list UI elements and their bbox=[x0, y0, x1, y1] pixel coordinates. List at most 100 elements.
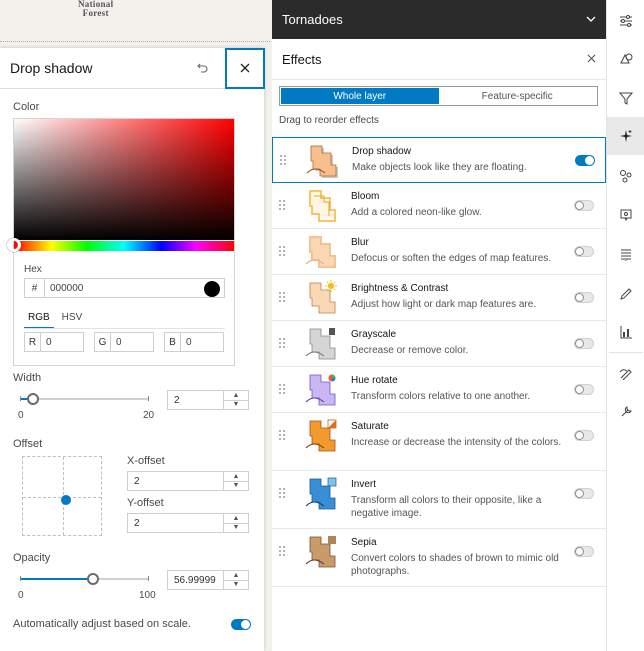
effect-name: Hue rotate bbox=[351, 375, 398, 386]
effect-name: Bloom bbox=[351, 191, 380, 202]
tool-sketch[interactable] bbox=[607, 354, 644, 392]
drop-shadow-close-button[interactable] bbox=[225, 47, 265, 89]
effect-row-invert[interactable]: Invert Transform all colors to their oppo… bbox=[272, 471, 606, 529]
effect-thumbnail-hue-rotate bbox=[302, 372, 338, 408]
offset-handle[interactable] bbox=[61, 495, 71, 505]
saturation-area[interactable] bbox=[14, 119, 234, 240]
effects-icon bbox=[620, 130, 632, 142]
channel-b-value[interactable]: 0 bbox=[181, 333, 223, 351]
effect-thumbnail-bloom bbox=[302, 188, 338, 224]
effect-row-grayscale[interactable]: Grayscale Decrease or remove color. bbox=[272, 321, 606, 367]
effect-name: Sepia bbox=[351, 537, 377, 548]
color-mode-tabs: RGB HSV bbox=[24, 309, 86, 329]
color-picker: Hex # RGB HSV R 0 G 0 B 0 bbox=[7, 118, 235, 366]
effect-description: Transform all colors to their opposite, … bbox=[351, 495, 542, 519]
effect-row-sepia[interactable]: Sepia Convert colors to shades of brown t… bbox=[272, 529, 606, 587]
x-offset-value[interactable]: 2 bbox=[128, 472, 223, 490]
tool-fields[interactable] bbox=[607, 275, 644, 313]
segment-whole-layer[interactable]: Whole layer bbox=[281, 88, 439, 104]
effect-description: Make objects look like they are floating… bbox=[352, 162, 527, 173]
drag-handle-icon[interactable] bbox=[280, 155, 288, 167]
opacity-decrement-button[interactable]: ▼ bbox=[224, 579, 248, 590]
y-offset-value[interactable]: 2 bbox=[128, 514, 223, 532]
effect-row-blur[interactable]: Blur Defocus or soften the edges of map f… bbox=[272, 229, 606, 275]
auto-adjust-label: Automatically adjust based on scale. bbox=[13, 618, 191, 630]
x-offset-decrement-button[interactable]: ▼ bbox=[224, 480, 248, 491]
effect-toggle-blur[interactable] bbox=[574, 246, 594, 257]
opacity-tick-max bbox=[148, 576, 149, 581]
drag-handle-icon[interactable] bbox=[279, 430, 287, 442]
y-offset-increment-button[interactable]: ▲ bbox=[224, 514, 248, 523]
drag-handle-icon[interactable] bbox=[279, 384, 287, 396]
tool-labels[interactable] bbox=[607, 236, 644, 274]
effect-toggle-drop-shadow[interactable] bbox=[575, 155, 595, 166]
mode-tabs-divider bbox=[24, 328, 225, 329]
x-offset-label: X-offset bbox=[127, 455, 165, 467]
channel-r[interactable]: R 0 bbox=[24, 332, 84, 352]
tool-configure[interactable] bbox=[607, 392, 644, 430]
effect-toggle-hue-rotate[interactable] bbox=[574, 384, 594, 395]
effect-row-drop-shadow[interactable]: Drop shadow Make objects look like they a… bbox=[272, 137, 606, 183]
effect-toggle-grayscale[interactable] bbox=[574, 338, 594, 349]
opacity-stepper[interactable]: 56.99999 ▲ ▼ bbox=[167, 570, 249, 590]
x-offset-increment-button[interactable]: ▲ bbox=[224, 472, 248, 481]
width-slider-thumb[interactable] bbox=[26, 393, 39, 405]
drag-handle-icon[interactable] bbox=[279, 488, 287, 500]
width-stepper[interactable]: 2 ▲ ▼ bbox=[167, 390, 249, 410]
segment-feature-specific[interactable]: Feature-specific bbox=[439, 88, 597, 104]
layer-dropdown-button[interactable] bbox=[586, 14, 596, 25]
y-offset-label: Y-offset bbox=[127, 497, 164, 509]
undo-button[interactable] bbox=[189, 54, 217, 82]
opacity-slider-thumb[interactable] bbox=[86, 573, 99, 585]
channel-r-value[interactable]: 0 bbox=[41, 333, 83, 351]
drag-handle-icon[interactable] bbox=[279, 338, 287, 350]
effect-toggle-sepia[interactable] bbox=[574, 546, 594, 557]
auto-adjust-switch[interactable] bbox=[231, 619, 251, 630]
effect-row-hue-rotate[interactable]: Hue rotate Transform colors relative to o… bbox=[272, 367, 606, 413]
tool-effects[interactable] bbox=[607, 117, 644, 155]
tool-filter[interactable] bbox=[607, 79, 644, 117]
effect-description: Defocus or soften the edges of map featu… bbox=[351, 253, 552, 264]
effect-toggle-bloom[interactable] bbox=[574, 200, 594, 211]
offset-pad[interactable] bbox=[22, 456, 102, 536]
effect-row-brightness-and-contrast[interactable]: Brightness & Contrast Adjust how light or… bbox=[272, 275, 606, 321]
tool-charts[interactable] bbox=[607, 313, 644, 351]
width-slider-track[interactable] bbox=[20, 398, 148, 400]
hex-input[interactable] bbox=[45, 279, 224, 297]
drag-handle-icon[interactable] bbox=[279, 200, 287, 212]
tool-popups[interactable] bbox=[607, 196, 644, 234]
map-label-forest: National Forest bbox=[78, 0, 114, 18]
channel-b[interactable]: B 0 bbox=[164, 332, 224, 352]
width-value[interactable]: 2 bbox=[168, 391, 223, 409]
channel-g[interactable]: G 0 bbox=[94, 332, 154, 352]
drag-handle-icon[interactable] bbox=[279, 246, 287, 258]
opacity-increment-button[interactable]: ▲ bbox=[224, 571, 248, 580]
hue-slider[interactable] bbox=[14, 241, 234, 251]
width-min-label: 0 bbox=[18, 410, 24, 421]
y-offset-stepper[interactable]: 2 ▲ ▼ bbox=[127, 513, 249, 533]
tool-properties[interactable] bbox=[607, 2, 644, 40]
effects-close-button[interactable] bbox=[576, 52, 606, 66]
tool-styles[interactable] bbox=[607, 40, 644, 78]
tool-clustering[interactable] bbox=[607, 157, 644, 195]
drag-handle-icon[interactable] bbox=[279, 546, 287, 558]
effect-toggle-saturate[interactable] bbox=[574, 430, 594, 441]
tab-rgb[interactable]: RGB bbox=[24, 309, 54, 329]
x-offset-stepper[interactable]: 2 ▲ ▼ bbox=[127, 471, 249, 491]
opacity-value[interactable]: 56.99999 bbox=[168, 571, 223, 589]
width-decrement-button[interactable]: ▼ bbox=[224, 399, 248, 410]
width-increment-button[interactable]: ▲ bbox=[224, 391, 248, 400]
tab-hsv[interactable]: HSV bbox=[58, 309, 87, 329]
effect-toggle-brightness-and-contrast[interactable] bbox=[574, 292, 594, 303]
sketch-icon bbox=[619, 369, 632, 380]
y-offset-decrement-button[interactable]: ▼ bbox=[224, 522, 248, 533]
effect-row-bloom[interactable]: Bloom Add a colored neon-like glow. bbox=[272, 183, 606, 229]
hue-handle[interactable] bbox=[7, 238, 21, 252]
channel-g-value[interactable]: 0 bbox=[111, 333, 153, 351]
hex-label: Hex bbox=[24, 264, 42, 275]
effect-toggle-invert[interactable] bbox=[574, 488, 594, 499]
effect-description: Adjust how light or dark map features ar… bbox=[351, 299, 537, 310]
effect-row-saturate[interactable]: Saturate Increase or decrease the intensi… bbox=[272, 413, 606, 471]
effect-name: Brightness & Contrast bbox=[351, 283, 449, 294]
drag-handle-icon[interactable] bbox=[279, 292, 287, 304]
